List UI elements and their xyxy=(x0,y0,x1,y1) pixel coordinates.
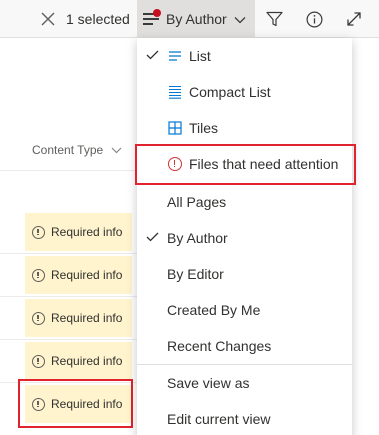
chevron-down-icon xyxy=(234,11,246,27)
menu-item-recent-changes[interactable]: Recent Changes xyxy=(137,328,352,364)
list-icon xyxy=(169,51,181,61)
highlight-box xyxy=(18,379,133,428)
menu-item-by-editor[interactable]: By Editor xyxy=(137,256,352,292)
info-icon xyxy=(32,311,45,325)
table-row[interactable]: Required info xyxy=(0,297,137,340)
close-icon[interactable] xyxy=(40,0,56,38)
info-icon xyxy=(32,354,45,368)
checkmark-icon xyxy=(146,50,159,60)
menu-item-all-pages[interactable]: All Pages xyxy=(137,184,352,220)
menu-item-compact-list[interactable]: Compact List xyxy=(137,74,352,110)
menu-item-edit-current-view[interactable]: Edit current view xyxy=(137,401,352,435)
table-row[interactable]: Required info xyxy=(0,254,137,297)
view-switcher-label: By Author xyxy=(166,11,227,27)
status-badge[interactable]: Required info xyxy=(25,213,132,251)
info-icon xyxy=(32,225,45,239)
view-switcher-button[interactable]: By Author xyxy=(137,0,255,38)
filter-icon[interactable] xyxy=(266,0,283,38)
selection-count: 1 selected xyxy=(66,11,130,27)
menu-item-created-by-me[interactable]: Created By Me xyxy=(137,292,352,328)
status-badge[interactable]: Required info xyxy=(25,256,132,294)
column-header-content-type[interactable]: Content Type xyxy=(32,143,122,157)
command-bar: 1 selected By Author xyxy=(0,0,379,38)
view-menu: List Compact List Tiles Files that need … xyxy=(137,38,352,435)
highlight-box xyxy=(135,144,356,185)
menu-item-save-view-as[interactable]: Save view as xyxy=(137,365,352,401)
status-badge[interactable]: Required info xyxy=(25,299,132,337)
notification-dot xyxy=(153,9,161,17)
menu-item-tiles[interactable]: Tiles xyxy=(137,110,352,146)
menu-item-by-author[interactable]: By Author xyxy=(137,220,352,256)
chevron-down-icon xyxy=(111,147,122,153)
info-icon xyxy=(32,268,45,282)
expand-icon[interactable] xyxy=(346,0,362,38)
header-divider xyxy=(0,170,137,171)
info-icon[interactable] xyxy=(306,0,323,38)
view-options-icon xyxy=(143,9,161,26)
status-badge[interactable]: Required info xyxy=(25,342,132,380)
tiles-icon xyxy=(168,121,182,135)
table-row[interactable]: Required info xyxy=(0,340,137,383)
table-row[interactable]: Required info xyxy=(0,211,137,254)
checkmark-icon xyxy=(146,232,159,242)
menu-item-list[interactable]: List xyxy=(137,38,352,74)
compact-list-icon xyxy=(169,85,181,99)
